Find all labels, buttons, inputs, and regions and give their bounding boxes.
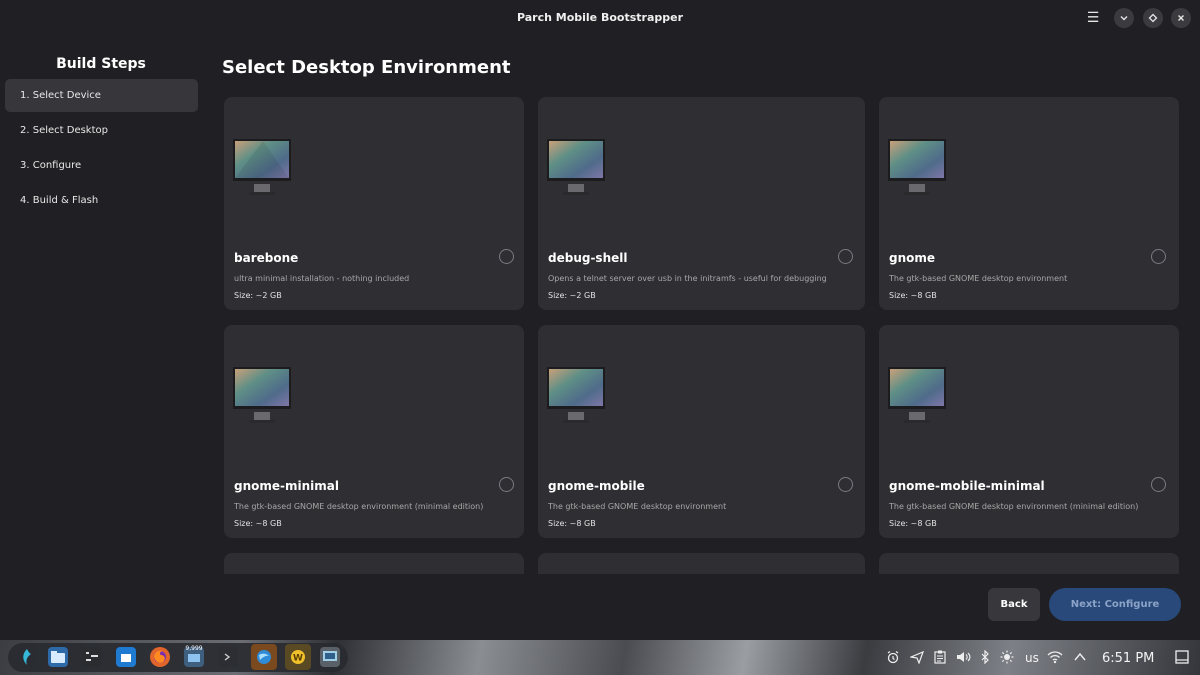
system-monitor-icon[interactable] (82, 647, 102, 667)
card-radio[interactable] (499, 477, 514, 492)
sidebar-title: Build Steps (56, 56, 146, 72)
back-button[interactable]: Back (988, 588, 1040, 621)
card-description: The gtk-based GNOME desktop environment … (234, 502, 484, 511)
desktop-card-grid: barebone ultra minimal installation - no… (222, 95, 1182, 574)
app-window: Parch Mobile Bootstrapper ☰ Build Steps … (0, 0, 1200, 640)
card-description: The gtk-based GNOME desktop environment (548, 502, 727, 511)
monitor-icon (547, 367, 605, 425)
card-size: Size: ~8 GB (234, 519, 282, 528)
card-size: Size: ~8 GB (889, 519, 937, 528)
desktop-card-gnome-minimal[interactable]: gnome-minimal The gtk-based GNOME deskto… (224, 325, 524, 538)
card-radio[interactable] (838, 249, 853, 264)
keyboard-layout-label[interactable]: us (1025, 651, 1039, 665)
desktop-card-gnome-mobile[interactable]: gnome-mobile The gtk-based GNOME desktop… (538, 325, 865, 538)
desktop-card-partial[interactable] (538, 553, 865, 574)
clipboard-icon[interactable] (934, 650, 946, 668)
browser-icon[interactable] (251, 644, 277, 670)
system-tray: us 6:51 PM (870, 640, 1200, 675)
chevron-down-icon[interactable] (1114, 8, 1134, 28)
card-title: barebone (234, 251, 299, 265)
taskbar: 9,999 W us 6:51 PM (0, 640, 1200, 675)
page-title: Select Desktop Environment (222, 57, 511, 78)
send-icon[interactable] (908, 650, 925, 668)
firefox-icon[interactable] (150, 647, 170, 667)
hamburger-menu-icon[interactable]: ☰ (1083, 8, 1103, 28)
show-desktop-icon[interactable] (1175, 650, 1189, 668)
desktop-card-barebone[interactable]: barebone ultra minimal installation - no… (224, 97, 524, 310)
card-radio[interactable] (1151, 249, 1166, 264)
alarm-icon[interactable] (886, 650, 900, 668)
card-radio[interactable] (1151, 477, 1166, 492)
card-radio[interactable] (499, 249, 514, 264)
wifi-icon[interactable] (1047, 650, 1063, 668)
app-window-icon[interactable] (320, 647, 340, 667)
chevron-up-icon[interactable] (1073, 650, 1087, 668)
sidebar-step-configure[interactable]: 3. Configure (5, 149, 198, 182)
diamond-icon[interactable] (1143, 8, 1163, 28)
card-title: debug-shell (548, 251, 628, 265)
card-description: The gtk-based GNOME desktop environment (889, 274, 1068, 283)
desktop-card-gnome[interactable]: gnome The gtk-based GNOME desktop enviro… (879, 97, 1179, 310)
badge-count: 9,999 (185, 645, 203, 652)
title-bar: Parch Mobile Bootstrapper ☰ (0, 0, 1200, 36)
writer-icon[interactable]: W (285, 644, 311, 670)
monitor-icon (547, 139, 605, 197)
card-size: Size: ~8 GB (889, 291, 937, 300)
card-description: The gtk-based GNOME desktop environment … (889, 502, 1139, 511)
close-icon[interactable] (1171, 8, 1191, 28)
sidebar-step-select-desktop[interactable]: 2. Select Desktop (5, 114, 198, 147)
sidebar: Build Steps 1. Select Device 2. Select D… (0, 36, 205, 640)
monitor-icon (888, 367, 946, 425)
monitor-icon (233, 367, 291, 425)
store-icon[interactable] (116, 647, 136, 667)
card-description: ultra minimal installation - nothing inc… (234, 274, 410, 283)
launcher-icon[interactable] (17, 647, 37, 667)
sidebar-step-build-flash[interactable]: 4. Build & Flash (5, 184, 198, 217)
card-size: Size: ~2 GB (234, 291, 282, 300)
volume-icon[interactable] (956, 650, 972, 668)
monitor-icon (233, 139, 291, 197)
desktop-card-partial[interactable] (879, 553, 1179, 574)
bluetooth-icon[interactable] (980, 649, 990, 668)
card-title: gnome-mobile (548, 479, 645, 493)
clock[interactable]: 6:51 PM (1102, 651, 1154, 666)
window-title: Parch Mobile Bootstrapper (516, 11, 684, 24)
card-size: Size: ~2 GB (548, 291, 596, 300)
desktop-card-gnome-mobile-minimal[interactable]: gnome-mobile-minimal The gtk-based GNOME… (879, 325, 1179, 538)
card-description: Opens a telnet server over usb in the in… (548, 274, 827, 283)
brightness-icon[interactable] (1000, 650, 1014, 668)
file-manager-icon[interactable] (48, 647, 68, 667)
monitor-icon (888, 139, 946, 197)
card-size: Size: ~8 GB (548, 519, 596, 528)
desktop-card-partial[interactable] (224, 553, 524, 574)
svg-text:W: W (293, 654, 303, 664)
sidebar-step-select-device[interactable]: 1. Select Device (5, 79, 198, 112)
mail-badge-icon[interactable]: 9,999 (184, 645, 204, 667)
card-radio[interactable] (838, 477, 853, 492)
card-title: gnome (889, 251, 936, 265)
desktop-card-debug-shell[interactable]: debug-shell Opens a telnet server over u… (538, 97, 865, 310)
card-title: gnome-minimal (234, 479, 339, 493)
card-title: gnome-mobile-minimal (889, 479, 1045, 493)
next-configure-button[interactable]: Next: Configure (1049, 588, 1181, 621)
terminal-icon[interactable] (218, 647, 238, 667)
